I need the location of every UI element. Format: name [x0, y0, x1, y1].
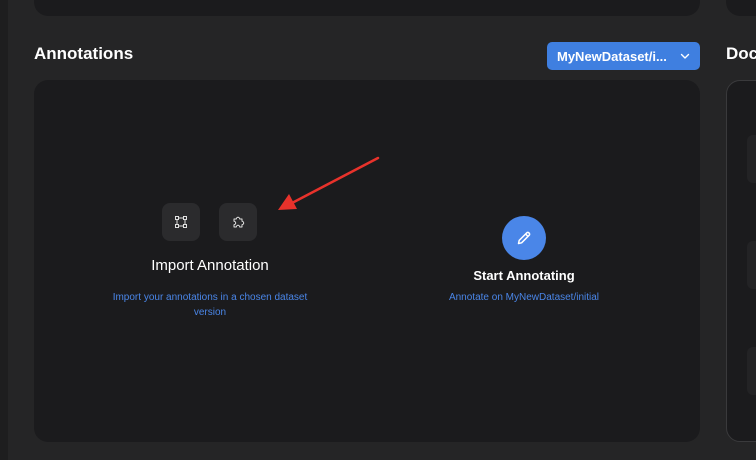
import-annotation-title: Import Annotation [151, 257, 269, 274]
side-panel-item[interactable] [747, 241, 756, 289]
side-panel-title: Docu [726, 44, 756, 63]
top-card [34, 0, 700, 16]
left-edge-panel [0, 0, 8, 460]
import-bounding-box-button[interactable] [162, 203, 200, 241]
side-panel-item[interactable] [747, 135, 756, 183]
bounding-box-icon [175, 216, 187, 228]
pencil-icon [517, 231, 531, 245]
start-annotating-title: Start Annotating [473, 268, 575, 283]
start-annotating-description: Annotate on MyNewDataset/initial [448, 292, 600, 303]
annotation-arrow-overlay [278, 156, 380, 210]
dataset-select-value: MyNewDataset/i... [557, 48, 667, 64]
chevron-down-icon [680, 53, 690, 59]
top-card-right [726, 0, 756, 16]
import-integration-button[interactable] [219, 203, 257, 241]
side-panel-card [726, 80, 756, 442]
dataset-version-select[interactable]: MyNewDataset/i... [547, 42, 700, 70]
side-panel-item[interactable] [747, 347, 756, 395]
section-title: Annotations [34, 44, 134, 63]
import-annotation-description: Import your annotations in a chosen data… [112, 292, 308, 318]
puzzle-icon [233, 216, 245, 228]
start-annotating-button[interactable] [502, 216, 546, 260]
